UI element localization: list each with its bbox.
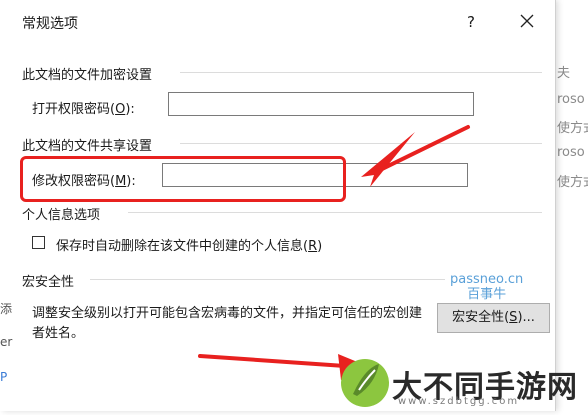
watermark-brand: 百事牛 [467,287,507,302]
arrow-icon [361,125,470,187]
logo-icon [341,359,389,407]
logo-url: www.szdbtgg.com [398,396,520,407]
watermark: passneo.cn 百事牛 [450,272,523,302]
watermark-url: passneo.cn [450,272,524,287]
